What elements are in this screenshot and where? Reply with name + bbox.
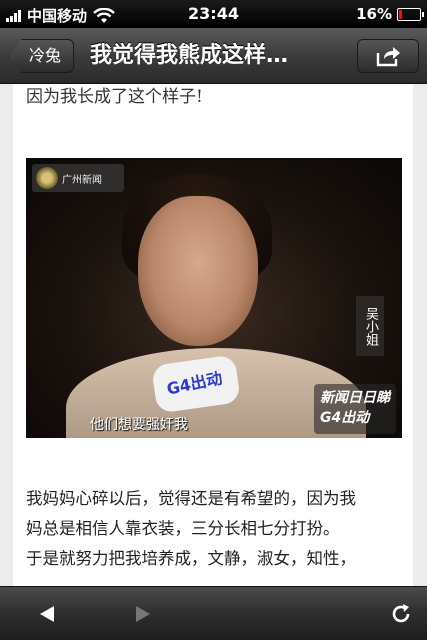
battery-icon — [397, 7, 424, 21]
back-nav-button[interactable] — [34, 601, 60, 627]
news-photo: 广州新闻 G4出动 吴小姐 新闻日日睇 G4出动 他们想要强奸我 — [26, 158, 402, 438]
page-title: 我觉得我熊成这样… — [90, 43, 289, 68]
battery-percent: 16% — [356, 5, 392, 23]
channel-logo: 广州新闻 — [32, 164, 124, 192]
channel-logo-text: 广州新闻 — [62, 174, 102, 186]
battery-level — [399, 9, 402, 19]
program-logo-line2: G4出动 — [320, 410, 370, 426]
browser-toolbar — [0, 586, 427, 640]
status-right: 16% — [356, 5, 424, 23]
paragraph-line: 于是就努力把我培养成，文静，淑女，知性， — [26, 549, 356, 568]
share-button[interactable] — [357, 39, 419, 73]
forward-arrow-icon — [136, 606, 150, 622]
intro-line: 因为我长成了这个样子! — [26, 87, 203, 107]
photo-face — [138, 196, 258, 346]
refresh-button[interactable] — [388, 601, 414, 627]
article-page: 因为我长成了这个样子! 广州新闻 G4出动 吴小姐 新闻日日睇 G4出动 他们想… — [13, 84, 413, 586]
article-paragraph: 我妈妈心碎以后，觉得还是有希望的，因为我 妈总是相信人靠衣装，三分长相七分打扮。… — [26, 484, 404, 574]
name-tag: 吴小姐 — [356, 296, 384, 356]
program-logo: 新闻日日睇 G4出动 — [314, 384, 396, 434]
paragraph-line: 妈总是相信人靠衣装，三分长相七分打扮。 — [26, 519, 340, 538]
refresh-icon — [392, 604, 410, 623]
share-icon — [376, 47, 400, 67]
photo-subtitle: 他们想要强奸我 — [90, 417, 188, 433]
channel-logo-icon — [36, 167, 58, 189]
back-button[interactable]: 冷兔 — [8, 39, 75, 73]
article-content[interactable]: 因为我长成了这个样子! 广州新闻 G4出动 吴小姐 新闻日日睇 G4出动 他们想… — [0, 84, 427, 586]
status-bar: 中国移动 23:44 16% — [0, 0, 427, 28]
paragraph-line: 我妈妈心碎以后，觉得还是有希望的，因为我 — [26, 489, 356, 508]
navigation-bar: 冷兔 我觉得我熊成这样… — [0, 28, 427, 84]
forward-nav-button[interactable] — [130, 601, 156, 627]
back-arrow-icon — [40, 606, 54, 622]
program-logo-line1: 新闻日日睇 — [320, 390, 390, 406]
